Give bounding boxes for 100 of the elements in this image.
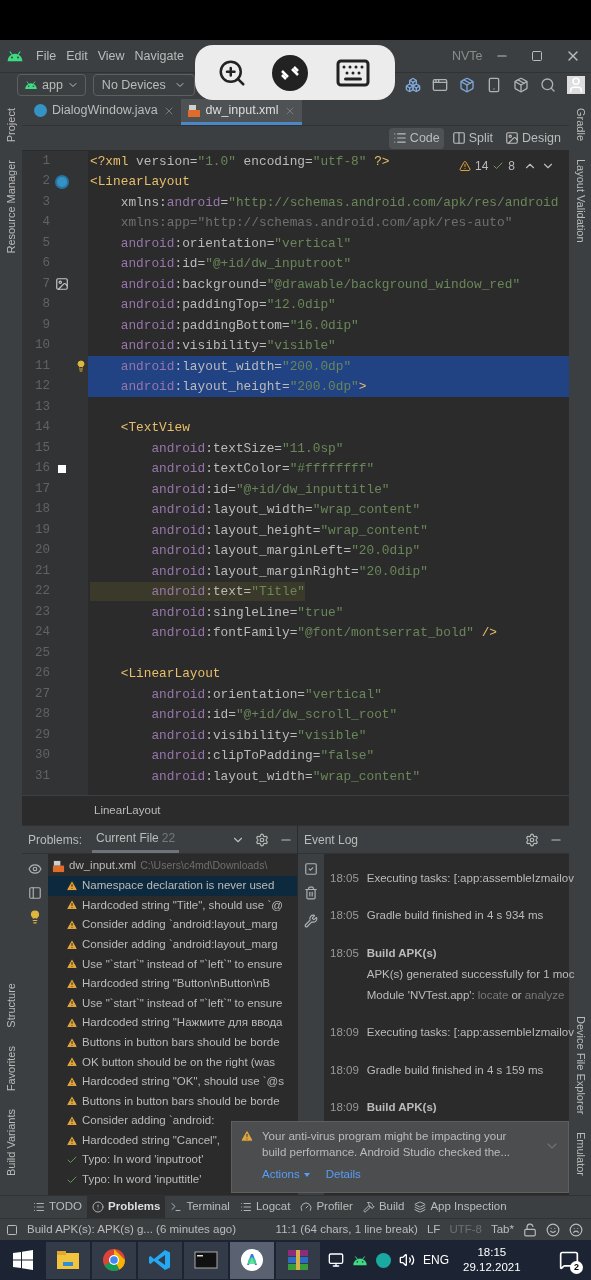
package-icon[interactable] — [459, 77, 475, 93]
lines-icon — [239, 1201, 252, 1213]
settings-icon[interactable] — [255, 832, 269, 847]
start-icon[interactable] — [13, 1250, 33, 1270]
line-ending[interactable]: LF — [426, 1220, 441, 1239]
box-icon[interactable] — [513, 77, 529, 93]
log-message: Build APK(s) — [366, 945, 438, 961]
status-message[interactable]: Build APK(s): APK(s) g... (6 minutes ago) — [27, 1220, 236, 1239]
menu-item[interactable]: File — [36, 46, 57, 66]
problem-item[interactable]: Use "`start`" instead of "`left`" to ensure — [48, 954, 297, 974]
tool-tab[interactable]: Terminal — [165, 1196, 235, 1218]
log-link[interactable]: analyze — [524, 989, 565, 1001]
phone-icon[interactable] — [486, 77, 502, 93]
clock-date[interactable]: 29.12.2021 — [463, 1260, 521, 1275]
problem-item[interactable]: Hardcoded string "OK", should use `@s — [48, 1071, 297, 1092]
taskbar-app[interactable] — [230, 1241, 274, 1279]
problem-item[interactable]: Consider adding `android:layout_marg — [48, 915, 297, 935]
taskbar-app[interactable] — [138, 1241, 182, 1279]
cursor-position[interactable]: 11:1 (64 chars, 1 line break) — [275, 1220, 418, 1239]
file-name[interactable]: dw_input.xml — [69, 857, 137, 875]
view-mode-button[interactable]: Code — [388, 127, 444, 149]
happy-face-icon[interactable] — [546, 1222, 560, 1237]
breadcrumb[interactable]: LinearLayout — [94, 801, 161, 820]
bulb-icon[interactable] — [28, 910, 42, 924]
editor-tab[interactable]: DialogWindow.java — [28, 99, 181, 125]
eye-icon[interactable] — [28, 862, 42, 876]
tool-window-tab[interactable]: Favorites — [0, 1042, 22, 1094]
menu-item[interactable]: Navigate — [134, 46, 184, 66]
bulb-icon[interactable] — [75, 360, 87, 373]
view-mode-button[interactable]: Split — [447, 127, 498, 149]
security-icon[interactable] — [376, 1252, 391, 1268]
project-structure-icon[interactable] — [405, 77, 421, 93]
network-icon[interactable] — [328, 1252, 344, 1268]
device-dropdown[interactable]: No Devices — [92, 74, 195, 96]
notification-link[interactable]: Actions — [262, 1166, 310, 1184]
tool-tab[interactable]: App Inspection — [409, 1196, 512, 1218]
problem-item[interactable]: Buttons in button bars should be borde — [48, 1032, 297, 1053]
tool-window-tab[interactable]: Layout Validation — [569, 156, 591, 246]
taskbar-app[interactable] — [46, 1241, 90, 1279]
tool-tab[interactable]: TODO — [28, 1196, 87, 1218]
color-swatch[interactable] — [58, 464, 66, 473]
window-icon[interactable] — [432, 77, 448, 93]
warning-icon — [66, 1095, 78, 1108]
clock-time[interactable]: 18:15 — [477, 1245, 507, 1260]
notification-link[interactable]: Details — [325, 1166, 361, 1184]
taskbar-app[interactable] — [276, 1241, 320, 1279]
problem-item[interactable]: Namespace declaration is never used — [48, 876, 297, 896]
menu-item[interactable]: Edit — [66, 46, 88, 66]
log-message: Gradle build finished in 4 s 934 ms — [366, 908, 544, 924]
code-line: <?xml version="1.0" encoding="utf-8" ?> — [90, 152, 390, 171]
typo-count[interactable]: 8 — [508, 157, 515, 175]
warning-icon[interactable] — [458, 160, 471, 172]
check-icon[interactable] — [492, 160, 505, 172]
problem-item[interactable]: Consider adding `android: — [48, 1111, 297, 1131]
problem-item[interactable]: Consider adding `android:layout_marg — [48, 934, 297, 955]
tool-tab[interactable]: Logcat — [234, 1196, 296, 1218]
menu-item[interactable]: View — [97, 46, 125, 66]
settings-icon[interactable] — [525, 832, 539, 847]
log-link[interactable]: locate — [477, 989, 509, 1001]
module-dropdown[interactable]: app — [17, 74, 86, 96]
class-icon[interactable] — [55, 174, 69, 189]
file-path: C:\Users\c4md\Downloads\ — [140, 858, 268, 874]
tool-window-tab[interactable]: Gradle — [569, 105, 591, 145]
problem-item[interactable]: Hardcoded string "Button\nButton\nB — [48, 973, 297, 994]
trash-icon[interactable] — [304, 886, 318, 900]
problem-item[interactable]: Use "`start`" instead of "`left`" to ensure — [48, 993, 297, 1014]
tool-window-tab[interactable]: Project — [0, 105, 22, 146]
wrench-icon[interactable] — [304, 914, 318, 928]
code-line: android:layout_width="wrap_content" — [150, 767, 421, 786]
tool-tab[interactable]: Problems — [87, 1196, 166, 1218]
search-icon[interactable] — [540, 77, 556, 93]
tool-window-tab[interactable]: Structure — [0, 980, 22, 1031]
problem-item[interactable]: Buttons in button bars should be borde — [48, 1091, 297, 1112]
problem-item[interactable]: OK button should be on the right (was — [48, 1052, 297, 1072]
tool-window-tab[interactable]: Build Variants — [0, 1105, 22, 1179]
sad-face-icon[interactable] — [569, 1222, 583, 1237]
tool-window-tab[interactable]: Resource Manager — [0, 157, 22, 257]
problem-item[interactable]: Hardcoded string "Title", should use `@ — [48, 895, 297, 916]
checkbox-icon[interactable] — [304, 862, 318, 876]
warning-icon — [66, 879, 78, 892]
taskbar-app[interactable] — [92, 1241, 136, 1279]
unlock-icon[interactable] — [523, 1222, 537, 1237]
tool-tab[interactable]: Profiler — [295, 1196, 358, 1218]
problem-item[interactable]: Hardcoded string "Нажмите для ввода — [48, 1013, 297, 1033]
tool-tab[interactable]: Build — [357, 1196, 410, 1218]
editor-tab[interactable]: dw_input.xml — [180, 99, 302, 125]
volume-icon[interactable] — [399, 1252, 415, 1268]
restore-icon[interactable] — [531, 50, 543, 62]
panel-icon[interactable] — [28, 886, 42, 900]
tool-window-tab[interactable]: Emulator — [569, 1128, 591, 1179]
terminal-icon — [170, 1201, 183, 1213]
code-line: xmlns:android="http://schemas.android.com/apk/res/android — [119, 193, 559, 212]
language-indicator[interactable]: ENG — [423, 1251, 449, 1269]
warning-count[interactable]: 14 — [474, 157, 489, 175]
image-icon[interactable] — [55, 277, 69, 292]
indent-setting[interactable]: Tab* — [490, 1220, 514, 1239]
warning-icon — [66, 1016, 78, 1029]
remote-desktop-icon[interactable] — [272, 54, 308, 91]
panel-toggle-icon[interactable] — [6, 1223, 18, 1236]
view-mode-button[interactable]: Design — [501, 127, 565, 149]
